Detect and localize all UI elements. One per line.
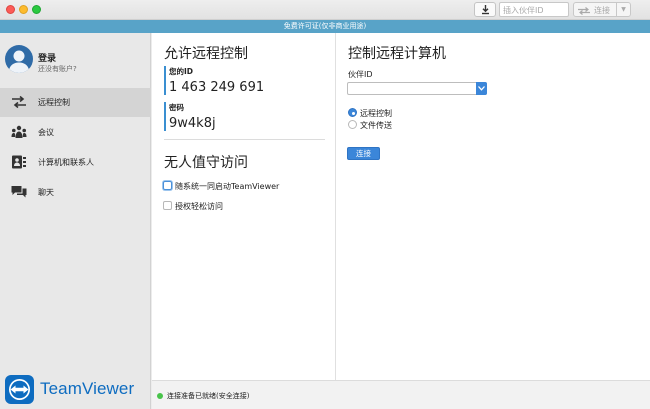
file-transfer-radio-label[interactable]: 文件传送 [360, 120, 392, 131]
connect-button[interactable]: 连接 [347, 147, 380, 160]
password-label: 密码 [169, 103, 184, 112]
close-window-button[interactable] [6, 5, 15, 14]
sidebar-item-label: 远程控制 [38, 98, 70, 107]
status-text: 连接准备已就绪(安全连接) [167, 392, 250, 400]
remote-control-radio[interactable] [348, 108, 357, 117]
chevron-down-icon: ▼ [621, 6, 626, 13]
file-transfer-radio[interactable] [348, 120, 357, 129]
arrows-icon [578, 7, 590, 15]
sidebar-item-label: 会议 [38, 128, 54, 137]
teamviewer-logo-icon [5, 375, 34, 404]
meeting-icon [11, 125, 27, 138]
partner-id-input[interactable]: 插入伙伴ID [499, 2, 569, 17]
chat-icon [11, 186, 27, 198]
sidebar-item-remote-control[interactable]: 远程控制 [0, 88, 151, 117]
minimize-window-button[interactable] [19, 5, 28, 14]
toolbar-connect-label: 连接 [594, 6, 610, 15]
sidebar-item-chat[interactable]: 聊天 [0, 178, 151, 207]
remote-control-radio-label[interactable]: 远程控制 [360, 108, 392, 119]
contacts-icon [12, 155, 26, 169]
control-remote-heading: 控制远程计算机 [348, 46, 446, 62]
sidebar: 登录 还没有账户? 远程控制 会议 计算机和联系人 聊天 TeamViewer [0, 33, 151, 409]
password-block: 密码 9w4k8j [164, 102, 216, 131]
sidebar-item-computers-contacts[interactable]: 计算机和联系人 [0, 148, 151, 177]
teamviewer-logo-text: TeamViewer [40, 379, 135, 398]
signup-link[interactable]: 还没有账户? [38, 64, 77, 74]
license-banner: 免费许可证(仅非商业用途) [0, 20, 650, 33]
user-icon [8, 50, 30, 73]
start-with-system-label[interactable]: 随系统一同启动TeamViewer [175, 181, 279, 192]
allow-remote-control-heading: 允许远程控制 [164, 46, 248, 62]
start-with-system-checkbox[interactable] [163, 181, 172, 190]
grant-easy-access-label[interactable]: 授权轻松访问 [175, 201, 223, 212]
partner-id-combobox[interactable] [347, 82, 487, 95]
download-icon [482, 5, 489, 15]
your-id-value[interactable]: 1 463 249 691 [169, 80, 264, 95]
arrows-icon [12, 95, 26, 109]
partner-id-dropdown-button[interactable] [476, 82, 487, 95]
password-value[interactable]: 9w4k8j [169, 116, 216, 131]
zoom-window-button[interactable] [32, 5, 41, 14]
unattended-access-heading: 无人值守访问 [164, 155, 248, 171]
status-indicator-icon [157, 393, 163, 399]
section-divider [164, 139, 325, 140]
sidebar-item-label: 聊天 [38, 188, 54, 197]
title-bar: 插入伙伴ID 连接 ▼ [0, 0, 650, 20]
your-id-label: 您的ID [169, 67, 194, 76]
sidebar-item-meeting[interactable]: 会议 [0, 118, 151, 147]
column-divider [335, 33, 336, 380]
login-link[interactable]: 登录 [38, 51, 56, 64]
toolbar-connect-button[interactable]: 连接 [573, 2, 617, 17]
download-button[interactable] [474, 2, 496, 17]
partner-id-label: 伙伴ID [348, 70, 373, 79]
avatar[interactable] [5, 45, 33, 73]
status-bar: 连接准备已就绪(安全连接) [152, 380, 650, 409]
connect-options-dropdown[interactable]: ▼ [617, 2, 631, 17]
your-id-block: 您的ID 1 463 249 691 [164, 66, 264, 95]
grant-easy-access-checkbox[interactable] [163, 201, 172, 210]
chevron-down-icon [478, 86, 485, 91]
sidebar-item-label: 计算机和联系人 [38, 158, 94, 167]
